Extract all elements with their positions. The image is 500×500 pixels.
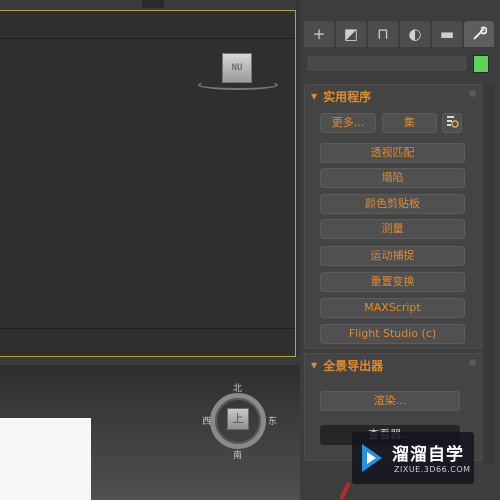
watermark-logo: 溜溜自学 ZIXUE.3D66.COM	[352, 432, 474, 484]
command-panel-tabs: + ◩ ⊓ ◐ ▬	[304, 21, 494, 47]
motion-icon[interactable]: ◐	[400, 21, 430, 47]
panorama-rollout-header[interactable]: ▼ 全景导出器	[305, 354, 481, 376]
perspective-match-button[interactable]: 透视匹配	[320, 143, 465, 163]
viewcube-ring[interactable]	[198, 80, 278, 90]
reset-xform-button[interactable]: 重置变换	[320, 272, 465, 292]
collapse-button[interactable]: 塌陷	[320, 168, 465, 188]
object-name-field[interactable]	[306, 55, 468, 72]
render-button[interactable]: 渲染...	[320, 391, 460, 411]
panorama-rollout-title: 全景导出器	[323, 358, 384, 373]
display-icon[interactable]: ▬	[432, 21, 462, 47]
plus-icon[interactable]: +	[304, 21, 334, 47]
utilities-icon[interactable]	[464, 21, 494, 47]
viewport-top-strip	[0, 0, 296, 10]
modify-icon[interactable]: ◩	[336, 21, 366, 47]
white-plane-object[interactable]	[0, 418, 91, 500]
color-clipboard-button[interactable]: 颜色剪贴板	[320, 194, 465, 214]
hierarchy-icon[interactable]: ⊓	[368, 21, 398, 47]
utilities-rollout-header[interactable]: ▼ 实用程序	[305, 85, 481, 107]
compass-north-label: 北	[233, 384, 243, 394]
collapse-triangle-icon: ▼	[311, 91, 318, 101]
compass-cube-icon[interactable]: 上	[227, 408, 249, 430]
panel-scrollbar[interactable]	[484, 84, 494, 464]
rollout-handle-icon[interactable]	[469, 359, 476, 366]
collapse-triangle-icon: ▼	[311, 360, 318, 370]
configure-sets-icon[interactable]	[442, 113, 462, 133]
compass-east-label: 东	[268, 417, 278, 427]
watermark-title: 溜溜自学	[392, 445, 464, 465]
measure-button[interactable]: 测量	[320, 219, 465, 239]
compass-south-label: 南	[233, 451, 243, 461]
compass-west-label: 西	[202, 417, 212, 427]
motion-capture-button[interactable]: 运动捕捉	[320, 246, 465, 266]
viewcube-icon[interactable]: NU	[222, 53, 252, 83]
rollout-handle-icon[interactable]	[469, 90, 476, 97]
app-root: NU 上 北 西 东 南 + ◩ ⊓ ◐ ▬ ▼ 实用程序 更多... 集 透视…	[0, 0, 500, 500]
watermark-url: ZIXUE.3D66.COM	[394, 465, 471, 474]
utilities-rollout-title: 实用程序	[323, 89, 372, 104]
flight-studio-button[interactable]: Flight Studio (c)	[320, 324, 465, 344]
viewport-separator	[0, 357, 300, 365]
object-color-swatch[interactable]	[473, 55, 489, 73]
watermark-play-icon	[362, 444, 382, 472]
sets-button[interactable]: 集	[382, 113, 437, 133]
more-button[interactable]: 更多...	[320, 113, 376, 133]
maxscript-button[interactable]: MAXScript	[320, 298, 465, 318]
